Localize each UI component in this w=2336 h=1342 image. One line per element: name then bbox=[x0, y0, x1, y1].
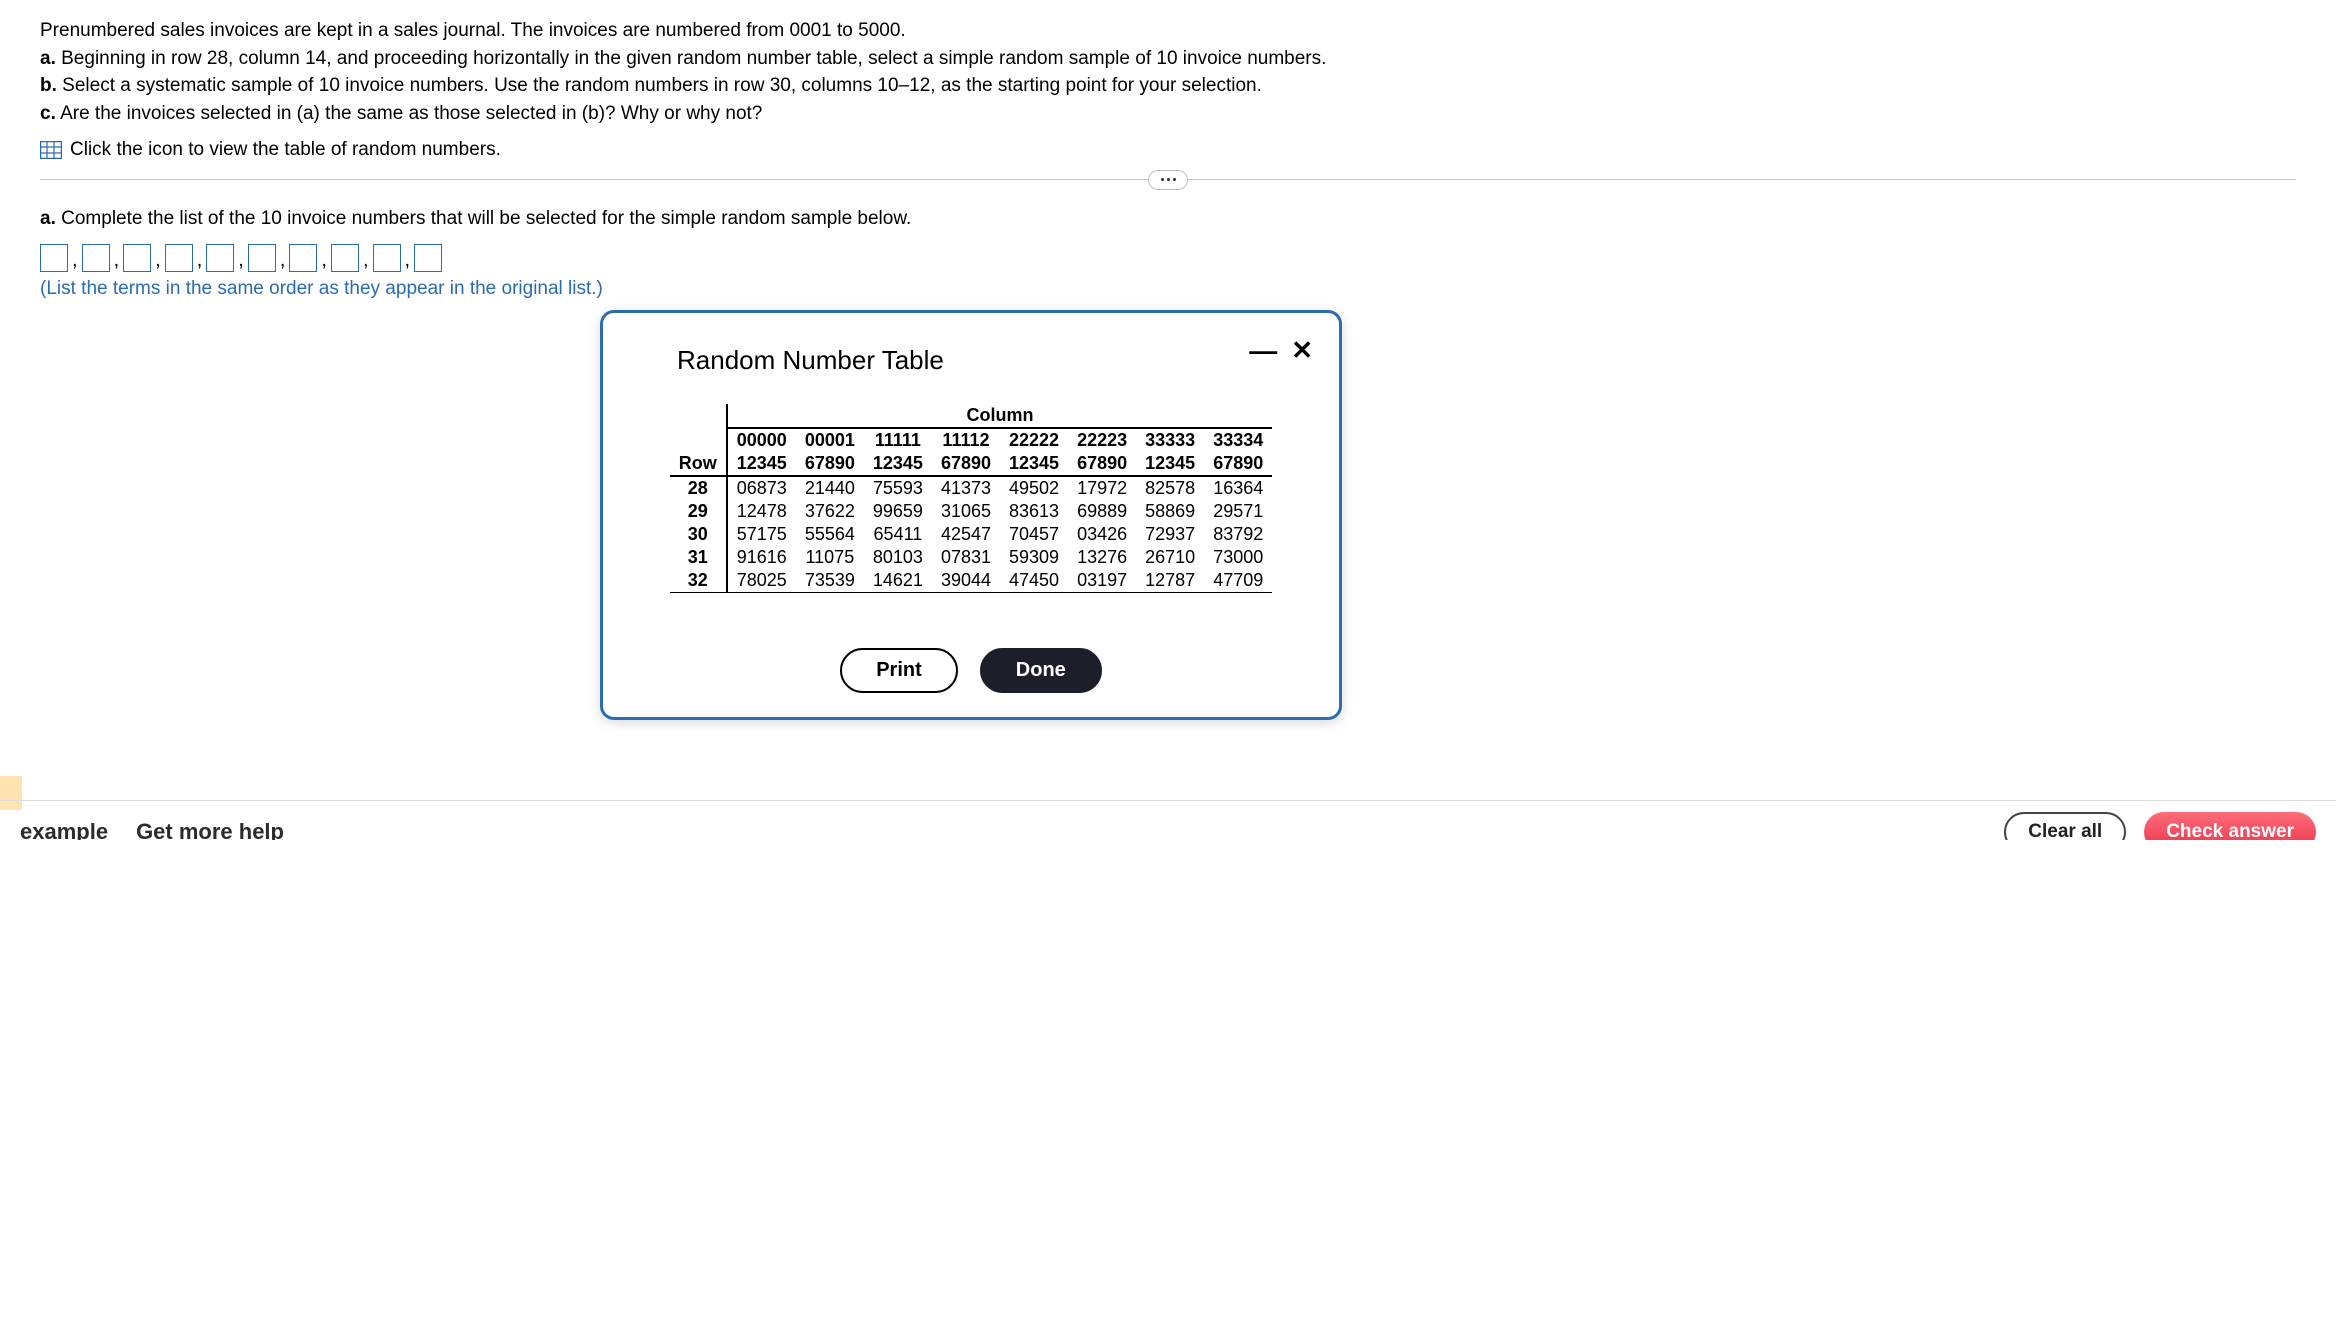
answer-inputs-row: , , , , , , , , , bbox=[40, 244, 2296, 272]
random-number-modal: Random Number Table — ✕ Column 00000 000… bbox=[600, 310, 1342, 720]
table-cell: 13276 bbox=[1068, 546, 1136, 569]
table-cell: 82578 bbox=[1136, 476, 1204, 500]
answer-input-4[interactable] bbox=[165, 244, 193, 272]
answer-input-2[interactable] bbox=[82, 244, 110, 272]
table-cell: 57175 bbox=[727, 523, 796, 546]
part-a-line: a. Beginning in row 28, column 14, and p… bbox=[40, 46, 2296, 72]
row-label: 30 bbox=[670, 523, 727, 546]
table-row: 3191616110758010307831593091327626710730… bbox=[670, 546, 1273, 569]
expand-collapse-pill[interactable] bbox=[1148, 170, 1188, 190]
random-number-table: Column 00000 00001 11111 11112 22222 222… bbox=[670, 404, 1273, 593]
table-row: 2806873214407559341373495021797282578163… bbox=[670, 476, 1273, 500]
table-cell: 91616 bbox=[727, 546, 796, 569]
table-cell: 72937 bbox=[1136, 523, 1204, 546]
part-c-line: c. Are the invoices selected in (a) the … bbox=[40, 101, 2296, 127]
table-cell: 80103 bbox=[864, 546, 932, 569]
answer-input-9[interactable] bbox=[373, 244, 401, 272]
table-cell: 39044 bbox=[932, 569, 1000, 593]
table-cell: 59309 bbox=[1000, 546, 1068, 569]
minimize-icon[interactable]: — bbox=[1249, 344, 1277, 358]
problem-statement: Prenumbered sales invoices are kept in a… bbox=[40, 18, 2296, 127]
table-cell: 12787 bbox=[1136, 569, 1204, 593]
table-cell: 21440 bbox=[796, 476, 864, 500]
answer-input-3[interactable] bbox=[123, 244, 151, 272]
close-icon[interactable]: ✕ bbox=[1291, 335, 1313, 366]
question-a-prompt: a. Complete the list of the 10 invoice n… bbox=[40, 208, 2296, 230]
table-row: 3057175555646541142547704570342672937837… bbox=[670, 523, 1273, 546]
answer-input-5[interactable] bbox=[206, 244, 234, 272]
check-answer-button[interactable]: Check answer bbox=[2144, 812, 2316, 840]
answer-input-10[interactable] bbox=[414, 244, 442, 272]
table-icon bbox=[40, 141, 62, 159]
table-cell: 11075 bbox=[796, 546, 864, 569]
table-cell: 07831 bbox=[932, 546, 1000, 569]
table-cell: 31065 bbox=[932, 500, 1000, 523]
table-cell: 49502 bbox=[1000, 476, 1068, 500]
table-cell: 47450 bbox=[1000, 569, 1068, 593]
table-cell: 70457 bbox=[1000, 523, 1068, 546]
modal-title: Random Number Table bbox=[677, 345, 944, 376]
table-cell: 14621 bbox=[864, 569, 932, 593]
footer-bar: example Get more help Clear all Check an… bbox=[0, 800, 2336, 840]
done-button[interactable]: Done bbox=[980, 648, 1102, 693]
table-cell: 16364 bbox=[1204, 476, 1272, 500]
row-label: 31 bbox=[670, 546, 727, 569]
table-cell: 12478 bbox=[727, 500, 796, 523]
table-cell: 06873 bbox=[727, 476, 796, 500]
row-label: 32 bbox=[670, 569, 727, 593]
table-cell: 65411 bbox=[864, 523, 932, 546]
table-cell: 73000 bbox=[1204, 546, 1272, 569]
table-cell: 99659 bbox=[864, 500, 932, 523]
view-table-link[interactable]: Click the icon to view the table of rand… bbox=[40, 139, 2296, 161]
intro-text: Prenumbered sales invoices are kept in a… bbox=[40, 18, 2296, 44]
table-cell: 03197 bbox=[1068, 569, 1136, 593]
row-heading: Row bbox=[670, 452, 727, 476]
clear-all-button[interactable]: Clear all bbox=[2004, 812, 2126, 840]
table-row: 2912478376229965931065836136988958869295… bbox=[670, 500, 1273, 523]
row-label: 29 bbox=[670, 500, 727, 523]
column-heading: Column bbox=[727, 404, 1273, 428]
answer-input-7[interactable] bbox=[289, 244, 317, 272]
get-more-help-link[interactable]: Get more help bbox=[136, 819, 284, 840]
table-cell: 17972 bbox=[1068, 476, 1136, 500]
view-table-text: Click the icon to view the table of rand… bbox=[70, 139, 501, 161]
row-label: 28 bbox=[670, 476, 727, 500]
table-cell: 26710 bbox=[1136, 546, 1204, 569]
table-cell: 03426 bbox=[1068, 523, 1136, 546]
table-cell: 41373 bbox=[932, 476, 1000, 500]
answer-input-6[interactable] bbox=[248, 244, 276, 272]
table-cell: 37622 bbox=[796, 500, 864, 523]
table-cell: 83613 bbox=[1000, 500, 1068, 523]
table-cell: 75593 bbox=[864, 476, 932, 500]
answer-input-1[interactable] bbox=[40, 244, 68, 272]
table-cell: 42547 bbox=[932, 523, 1000, 546]
answer-input-8[interactable] bbox=[331, 244, 359, 272]
list-instruction: (List the terms in the same order as the… bbox=[40, 278, 2296, 300]
part-b-line: b. Select a systematic sample of 10 invo… bbox=[40, 73, 2296, 99]
table-cell: 58869 bbox=[1136, 500, 1204, 523]
print-button[interactable]: Print bbox=[840, 648, 958, 693]
example-link[interactable]: example bbox=[20, 819, 108, 840]
section-divider bbox=[40, 179, 2296, 180]
table-cell: 47709 bbox=[1204, 569, 1272, 593]
table-cell: 83792 bbox=[1204, 523, 1272, 546]
table-cell: 78025 bbox=[727, 569, 796, 593]
table-cell: 69889 bbox=[1068, 500, 1136, 523]
table-cell: 73539 bbox=[796, 569, 864, 593]
table-row: 3278025735391462139044474500319712787477… bbox=[670, 569, 1273, 593]
table-cell: 55564 bbox=[796, 523, 864, 546]
table-cell: 29571 bbox=[1204, 500, 1272, 523]
